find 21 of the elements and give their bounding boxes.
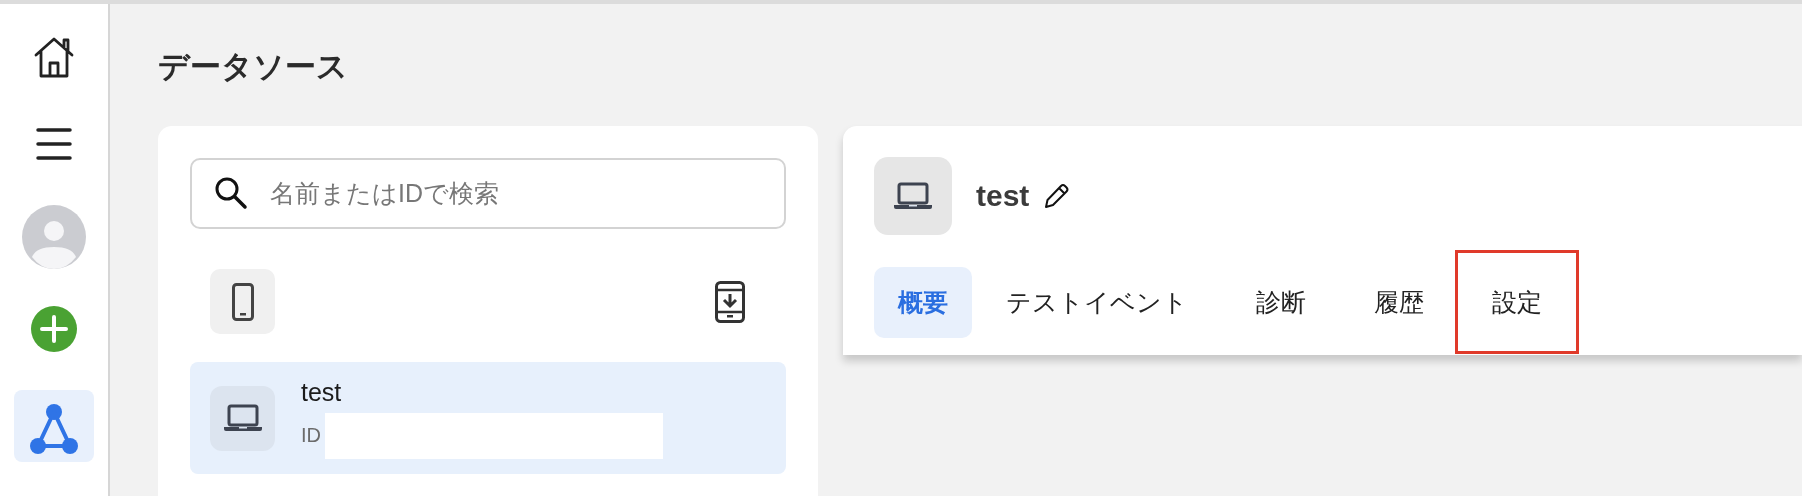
tab[interactable]: 履歴: [1340, 266, 1458, 338]
tab[interactable]: 診断: [1222, 266, 1340, 338]
menu-icon: [34, 126, 74, 162]
source-list-item[interactable]: test ID: [190, 362, 786, 474]
search-icon: [214, 176, 248, 210]
add-icon: [31, 306, 77, 353]
tab[interactable]: テストイベント: [972, 266, 1222, 338]
pencil-icon[interactable]: [1043, 182, 1070, 210]
page-title: データソース: [158, 48, 349, 86]
search-field[interactable]: 名前またはIDで検索: [190, 158, 786, 229]
id-label: ID: [301, 424, 321, 447]
tab[interactable]: 設定: [1458, 253, 1576, 351]
phone-download-icon: [714, 280, 745, 323]
tab[interactable]: 概要: [874, 266, 972, 338]
phone-icon: [231, 282, 254, 321]
laptop-icon: [210, 385, 275, 451]
source-name: test: [976, 179, 1030, 213]
filter-button[interactable]: [210, 269, 275, 334]
laptop-icon: [874, 157, 952, 235]
avatar-icon: [22, 204, 86, 269]
source-name: test: [301, 377, 343, 407]
